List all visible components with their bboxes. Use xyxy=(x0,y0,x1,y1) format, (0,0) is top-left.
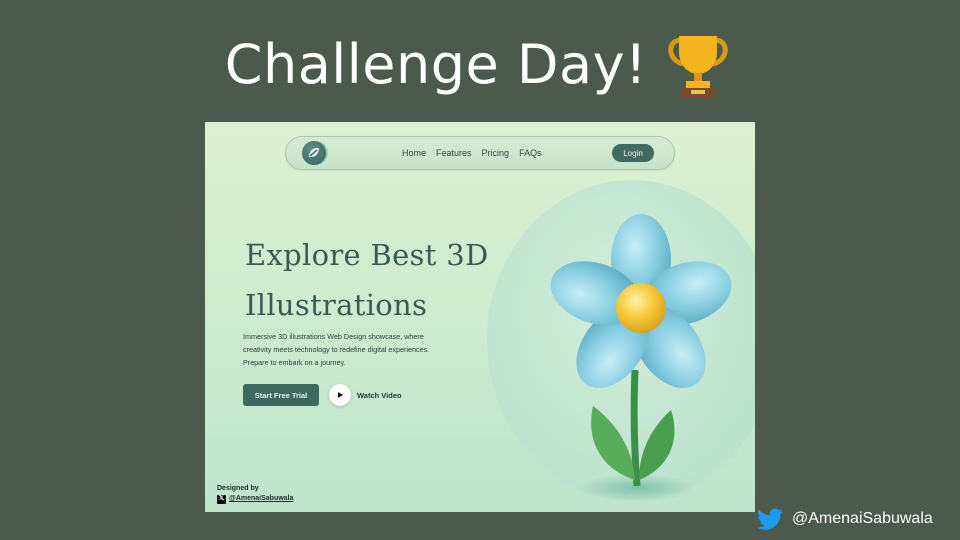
nav-link-features[interactable]: Features xyxy=(436,148,472,158)
designed-by-label: Designed by xyxy=(217,485,259,492)
nav-link-faqs[interactable]: FAQs xyxy=(519,148,542,158)
x-logo-icon: 𝕏 xyxy=(217,494,226,504)
hero-description-line: creativity meets technology to redefine … xyxy=(243,345,430,354)
nav-links: Home Features Pricing FAQs xyxy=(402,137,542,169)
website-mockup: Home Features Pricing FAQs Login Explore… xyxy=(205,122,755,512)
hero-title-line: Explore Best 3D xyxy=(245,238,489,272)
slide-title-row: Challenge Day! xyxy=(0,28,960,102)
designer-credit: Designed by 𝕏 @AmenaiSabuwala xyxy=(217,484,293,504)
designer-handle-link[interactable]: @AmenaiSabuwala xyxy=(229,494,293,504)
login-button[interactable]: Login xyxy=(612,144,654,162)
trophy-icon xyxy=(668,36,728,97)
twitter-bird-icon xyxy=(758,508,783,530)
hero-description: Immersive 3D illustrations Web Design sh… xyxy=(243,330,483,369)
slide-title: Challenge Day! xyxy=(224,33,648,96)
hero-description-line: Prepare to embark on a journey. xyxy=(243,358,346,367)
hero-title-line: Illustrations xyxy=(245,288,428,322)
navbar: Home Features Pricing FAQs Login xyxy=(285,136,675,170)
hero-description-line: Immersive 3D illustrations Web Design sh… xyxy=(243,332,424,341)
hero-title: Explore Best 3D Illustrations xyxy=(245,230,525,330)
watch-video-button[interactable]: Watch Video xyxy=(329,384,402,406)
play-icon[interactable] xyxy=(329,384,351,406)
slide-credit: @AmenaiSabuwala xyxy=(758,508,933,530)
3d-flower-illustration xyxy=(550,214,732,502)
watch-video-label: Watch Video xyxy=(357,390,402,400)
nav-link-home[interactable]: Home xyxy=(402,148,426,158)
start-free-trial-button[interactable]: Start Free Trial xyxy=(243,384,319,406)
leaf-logo-icon[interactable] xyxy=(302,141,326,165)
nav-link-pricing[interactable]: Pricing xyxy=(482,148,510,158)
credit-handle: @AmenaiSabuwala xyxy=(792,510,933,527)
